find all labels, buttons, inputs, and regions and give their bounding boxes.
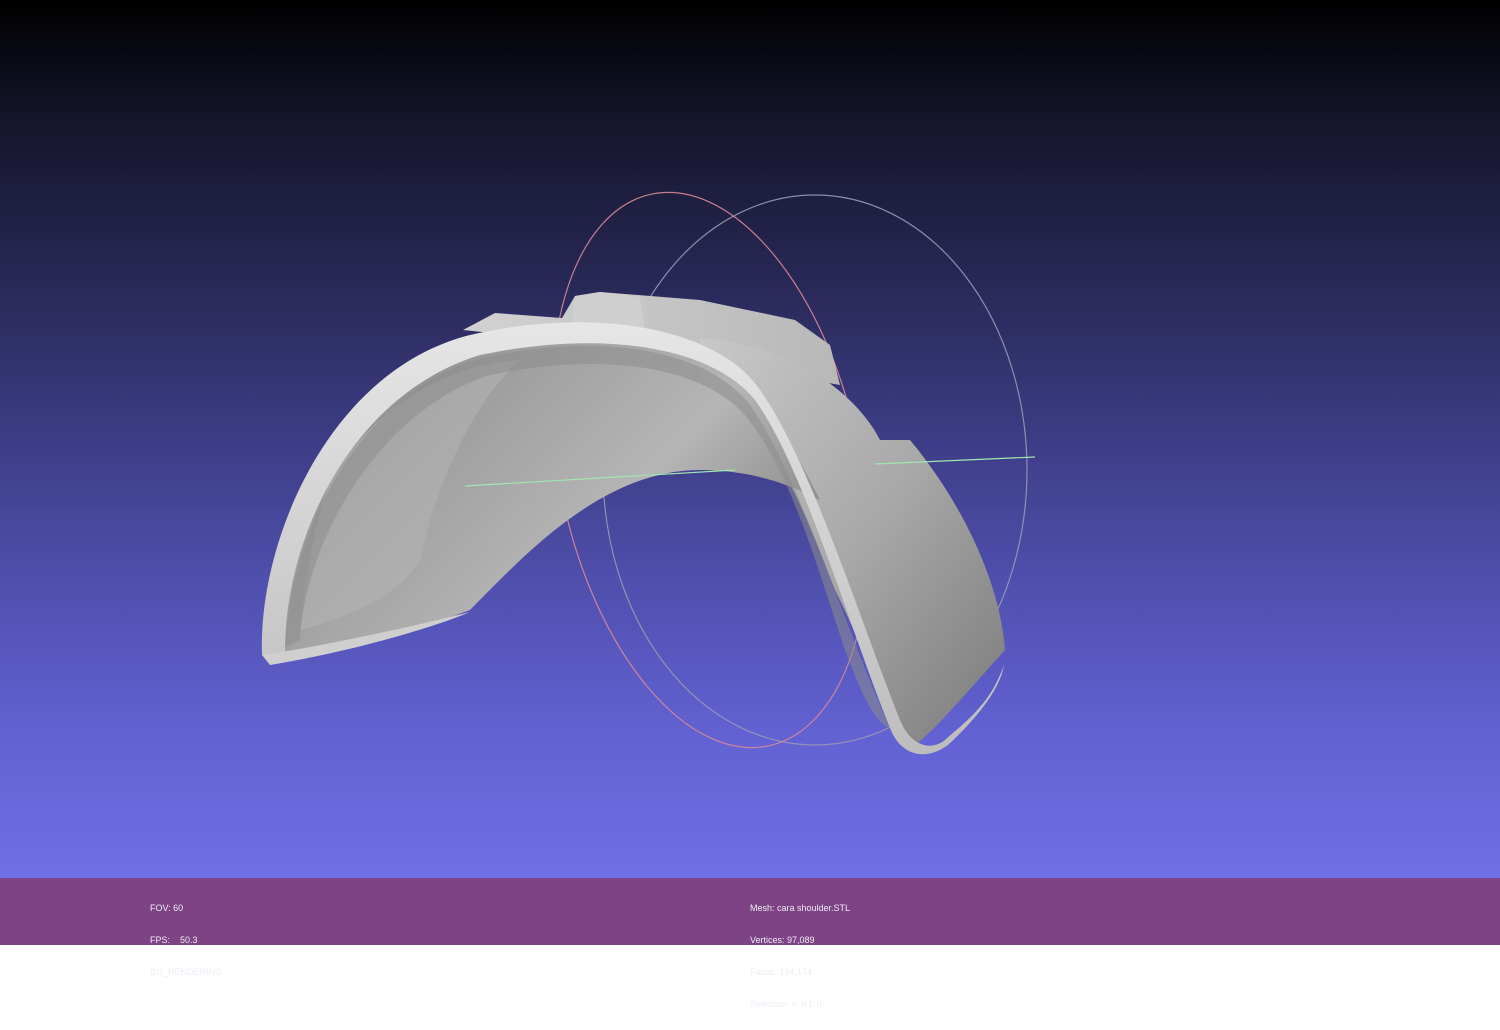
3d-viewport[interactable] — [0, 0, 1500, 878]
status-bar: FOV: 60 FPS: 50.3 BO_RENDERING Mesh: cara… — [0, 878, 1500, 1009]
fps-value: 50.3 — [180, 934, 198, 945]
mesh-name: Mesh: cara shoulder.STL — [750, 903, 851, 914]
fov-readout: FOV: 60 — [150, 903, 184, 914]
face-count: Faces: 194,174 — [750, 966, 813, 977]
fps-label: FPS: — [150, 934, 171, 945]
mesh-info: Mesh: cara shoulder.STL Vertices: 97,089… — [750, 882, 850, 1030]
render-mode-readout: BO_RENDERING — [150, 966, 223, 977]
selection-info: Selection: v: 0 f: 0 — [750, 998, 822, 1009]
vertex-count: Vertices: 97,089 — [750, 934, 815, 945]
fps-readout: FPS: 50.3 — [150, 935, 222, 946]
render-info: FOV: 60 FPS: 50.3 BO_RENDERING — [150, 882, 222, 999]
mesh-model — [261, 292, 1005, 755]
viewport-canvas[interactable] — [0, 0, 1500, 878]
